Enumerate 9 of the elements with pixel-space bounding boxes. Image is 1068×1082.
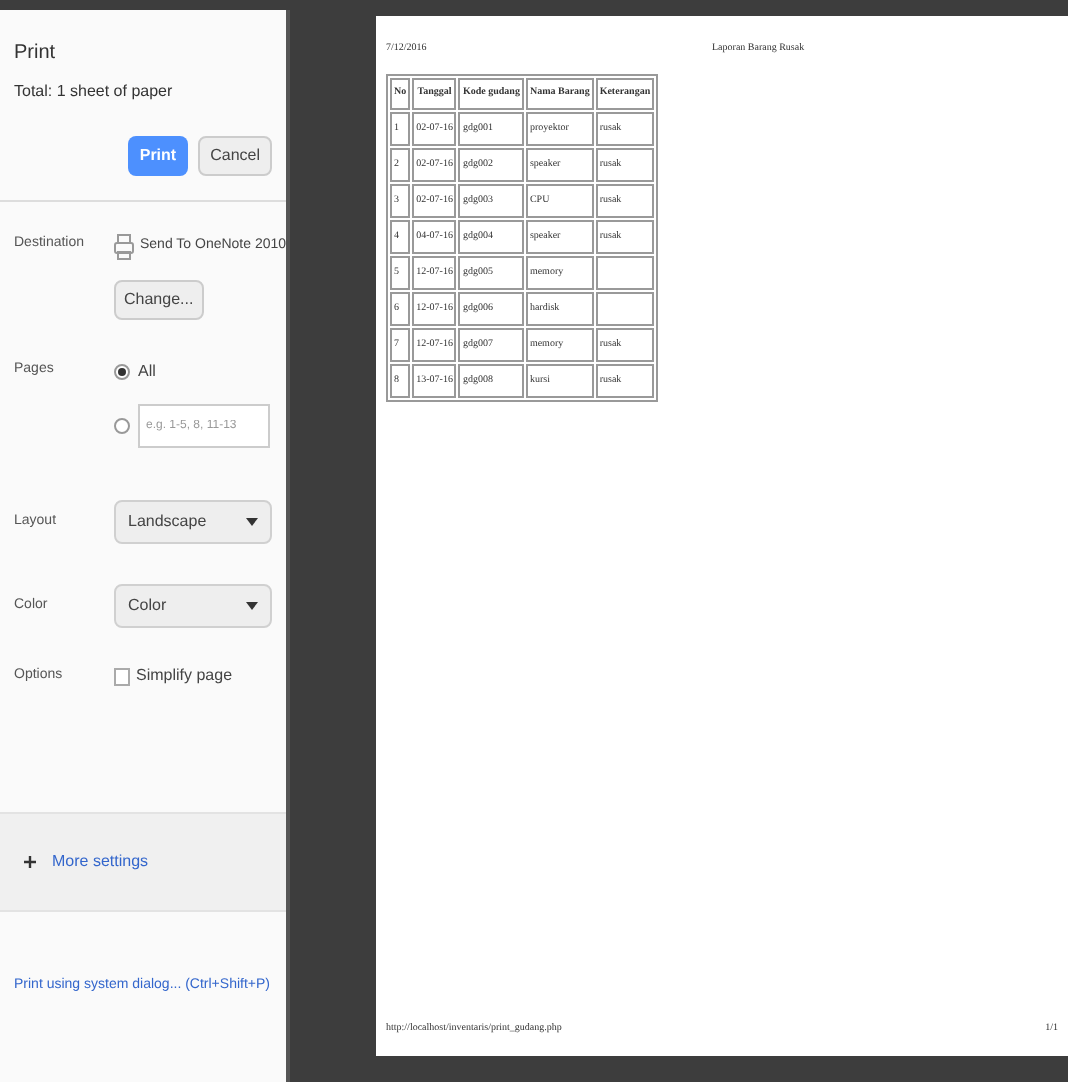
sheet-count: Total: 1 sheet of paper [14, 80, 175, 104]
more-settings-link[interactable]: More settings [52, 850, 149, 874]
radio-label: All [138, 360, 156, 384]
layout-select[interactable]: Landscape [114, 500, 272, 544]
dialog-title: Print [14, 40, 58, 68]
checkbox-label: Simplify page [136, 664, 233, 688]
cancel-button[interactable]: Cancel [198, 136, 272, 176]
color-select[interactable]: Color [114, 584, 272, 628]
change-button[interactable]: Change... [114, 280, 204, 320]
